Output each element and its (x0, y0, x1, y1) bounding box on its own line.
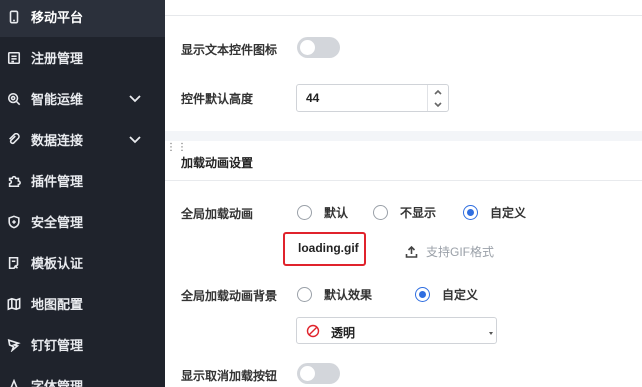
sidebar-item-label: 地图配置 (31, 297, 84, 312)
drag-handle-icon[interactable]: ⋮⋮ (166, 143, 187, 163)
sidebar: 移动平台 注册管理 智能运维 数据连接 插件管理 安全管理 模板认证 地图配置 … (0, 0, 165, 387)
radio-custom[interactable]: 自定义 (463, 204, 526, 221)
divider (165, 180, 642, 181)
caret-down-icon[interactable] (489, 332, 493, 335)
template-icon (6, 255, 22, 271)
show-cancel-toggle[interactable] (297, 363, 340, 384)
sidebar-item-smart-ops[interactable]: 智能运维 (0, 78, 165, 119)
puzzle-icon (6, 173, 22, 189)
mobile-icon (6, 9, 22, 25)
default-height-label: 控件默认高度 (181, 92, 254, 106)
sidebar-item-label: 模板认证 (31, 256, 84, 271)
sidebar-item-plugins[interactable]: 插件管理 (0, 160, 165, 201)
loading-file-name[interactable]: loading.gif (298, 241, 359, 255)
sidebar-item-label: 钉钉管理 (31, 338, 84, 353)
upload-hint: 支持GIF格式 (426, 245, 494, 259)
radio-bg-custom[interactable]: 自定义 (415, 286, 478, 303)
radio-label: 默认效果 (324, 288, 373, 302)
sidebar-item-label: 插件管理 (31, 174, 84, 189)
bg-select-value: 透明 (331, 326, 356, 340)
divider (165, 15, 642, 16)
no-color-icon (306, 324, 320, 338)
sidebar-item-label: 数据连接 (31, 133, 84, 148)
radio-default-effect[interactable]: 默认效果 (297, 286, 372, 303)
map-icon (6, 296, 22, 312)
register-icon (6, 50, 22, 66)
sidebar-item-registration[interactable]: 注册管理 (0, 37, 165, 78)
font-icon (6, 378, 22, 387)
upload-icon (405, 245, 418, 258)
default-height-input[interactable]: 44 (296, 84, 449, 112)
sidebar-item-dingtalk[interactable]: 钉钉管理 (0, 324, 165, 365)
sidebar-item-data-connection[interactable]: 数据连接 (0, 119, 165, 160)
radio-hide[interactable]: 不显示 (373, 204, 436, 221)
sidebar-item-label: 安全管理 (31, 215, 84, 230)
sidebar-item-fonts[interactable]: 字体管理 (0, 365, 165, 387)
sidebar-item-template-auth[interactable]: 模板认证 (0, 242, 165, 283)
sidebar-item-label: 智能运维 (31, 92, 84, 107)
radio-circle[interactable] (415, 287, 430, 302)
loading-bg-label: 全局加载动画背景 (181, 289, 278, 303)
sidebar-item-label: 字体管理 (31, 379, 84, 387)
chevron-down-icon[interactable] (128, 132, 142, 146)
radio-circle[interactable] (463, 205, 478, 220)
radio-label: 自定义 (490, 206, 527, 220)
upload-button[interactable]: 支持GIF格式 (405, 243, 494, 260)
radio-label: 自定义 (442, 288, 479, 302)
dingtalk-icon (6, 337, 22, 353)
sidebar-item-label: 移动平台 (31, 10, 84, 25)
radio-circle[interactable] (373, 205, 388, 220)
number-spinner[interactable] (427, 85, 448, 111)
global-loading-label: 全局加载动画 (181, 207, 254, 221)
spin-down-icon[interactable] (428, 98, 448, 111)
section-separator (165, 131, 642, 141)
default-height-value: 44 (306, 91, 320, 105)
sidebar-item-mobile-platform[interactable]: 移动平台 (0, 0, 165, 37)
shield-icon (6, 214, 22, 230)
search-gear-icon (6, 91, 22, 107)
radio-circle[interactable] (297, 205, 312, 220)
link-icon (6, 132, 22, 148)
sidebar-item-label: 注册管理 (31, 51, 84, 66)
sidebar-item-map-config[interactable]: 地图配置 (0, 283, 165, 324)
show-text-icon-label: 显示文本控件图标 (181, 43, 278, 57)
bg-color-select[interactable]: 透明 (296, 317, 497, 344)
radio-label: 不显示 (400, 206, 437, 220)
radio-default[interactable]: 默认 (297, 204, 348, 221)
sidebar-item-security[interactable]: 安全管理 (0, 201, 165, 242)
spin-up-icon[interactable] (428, 85, 448, 98)
chevron-down-icon[interactable] (128, 91, 142, 105)
radio-label: 默认 (324, 206, 349, 220)
radio-circle[interactable] (297, 287, 312, 302)
show-text-icon-toggle[interactable] (297, 37, 340, 58)
loading-section-title: 加载动画设置 (181, 156, 254, 170)
show-cancel-label: 显示取消加载按钮 (181, 369, 278, 383)
